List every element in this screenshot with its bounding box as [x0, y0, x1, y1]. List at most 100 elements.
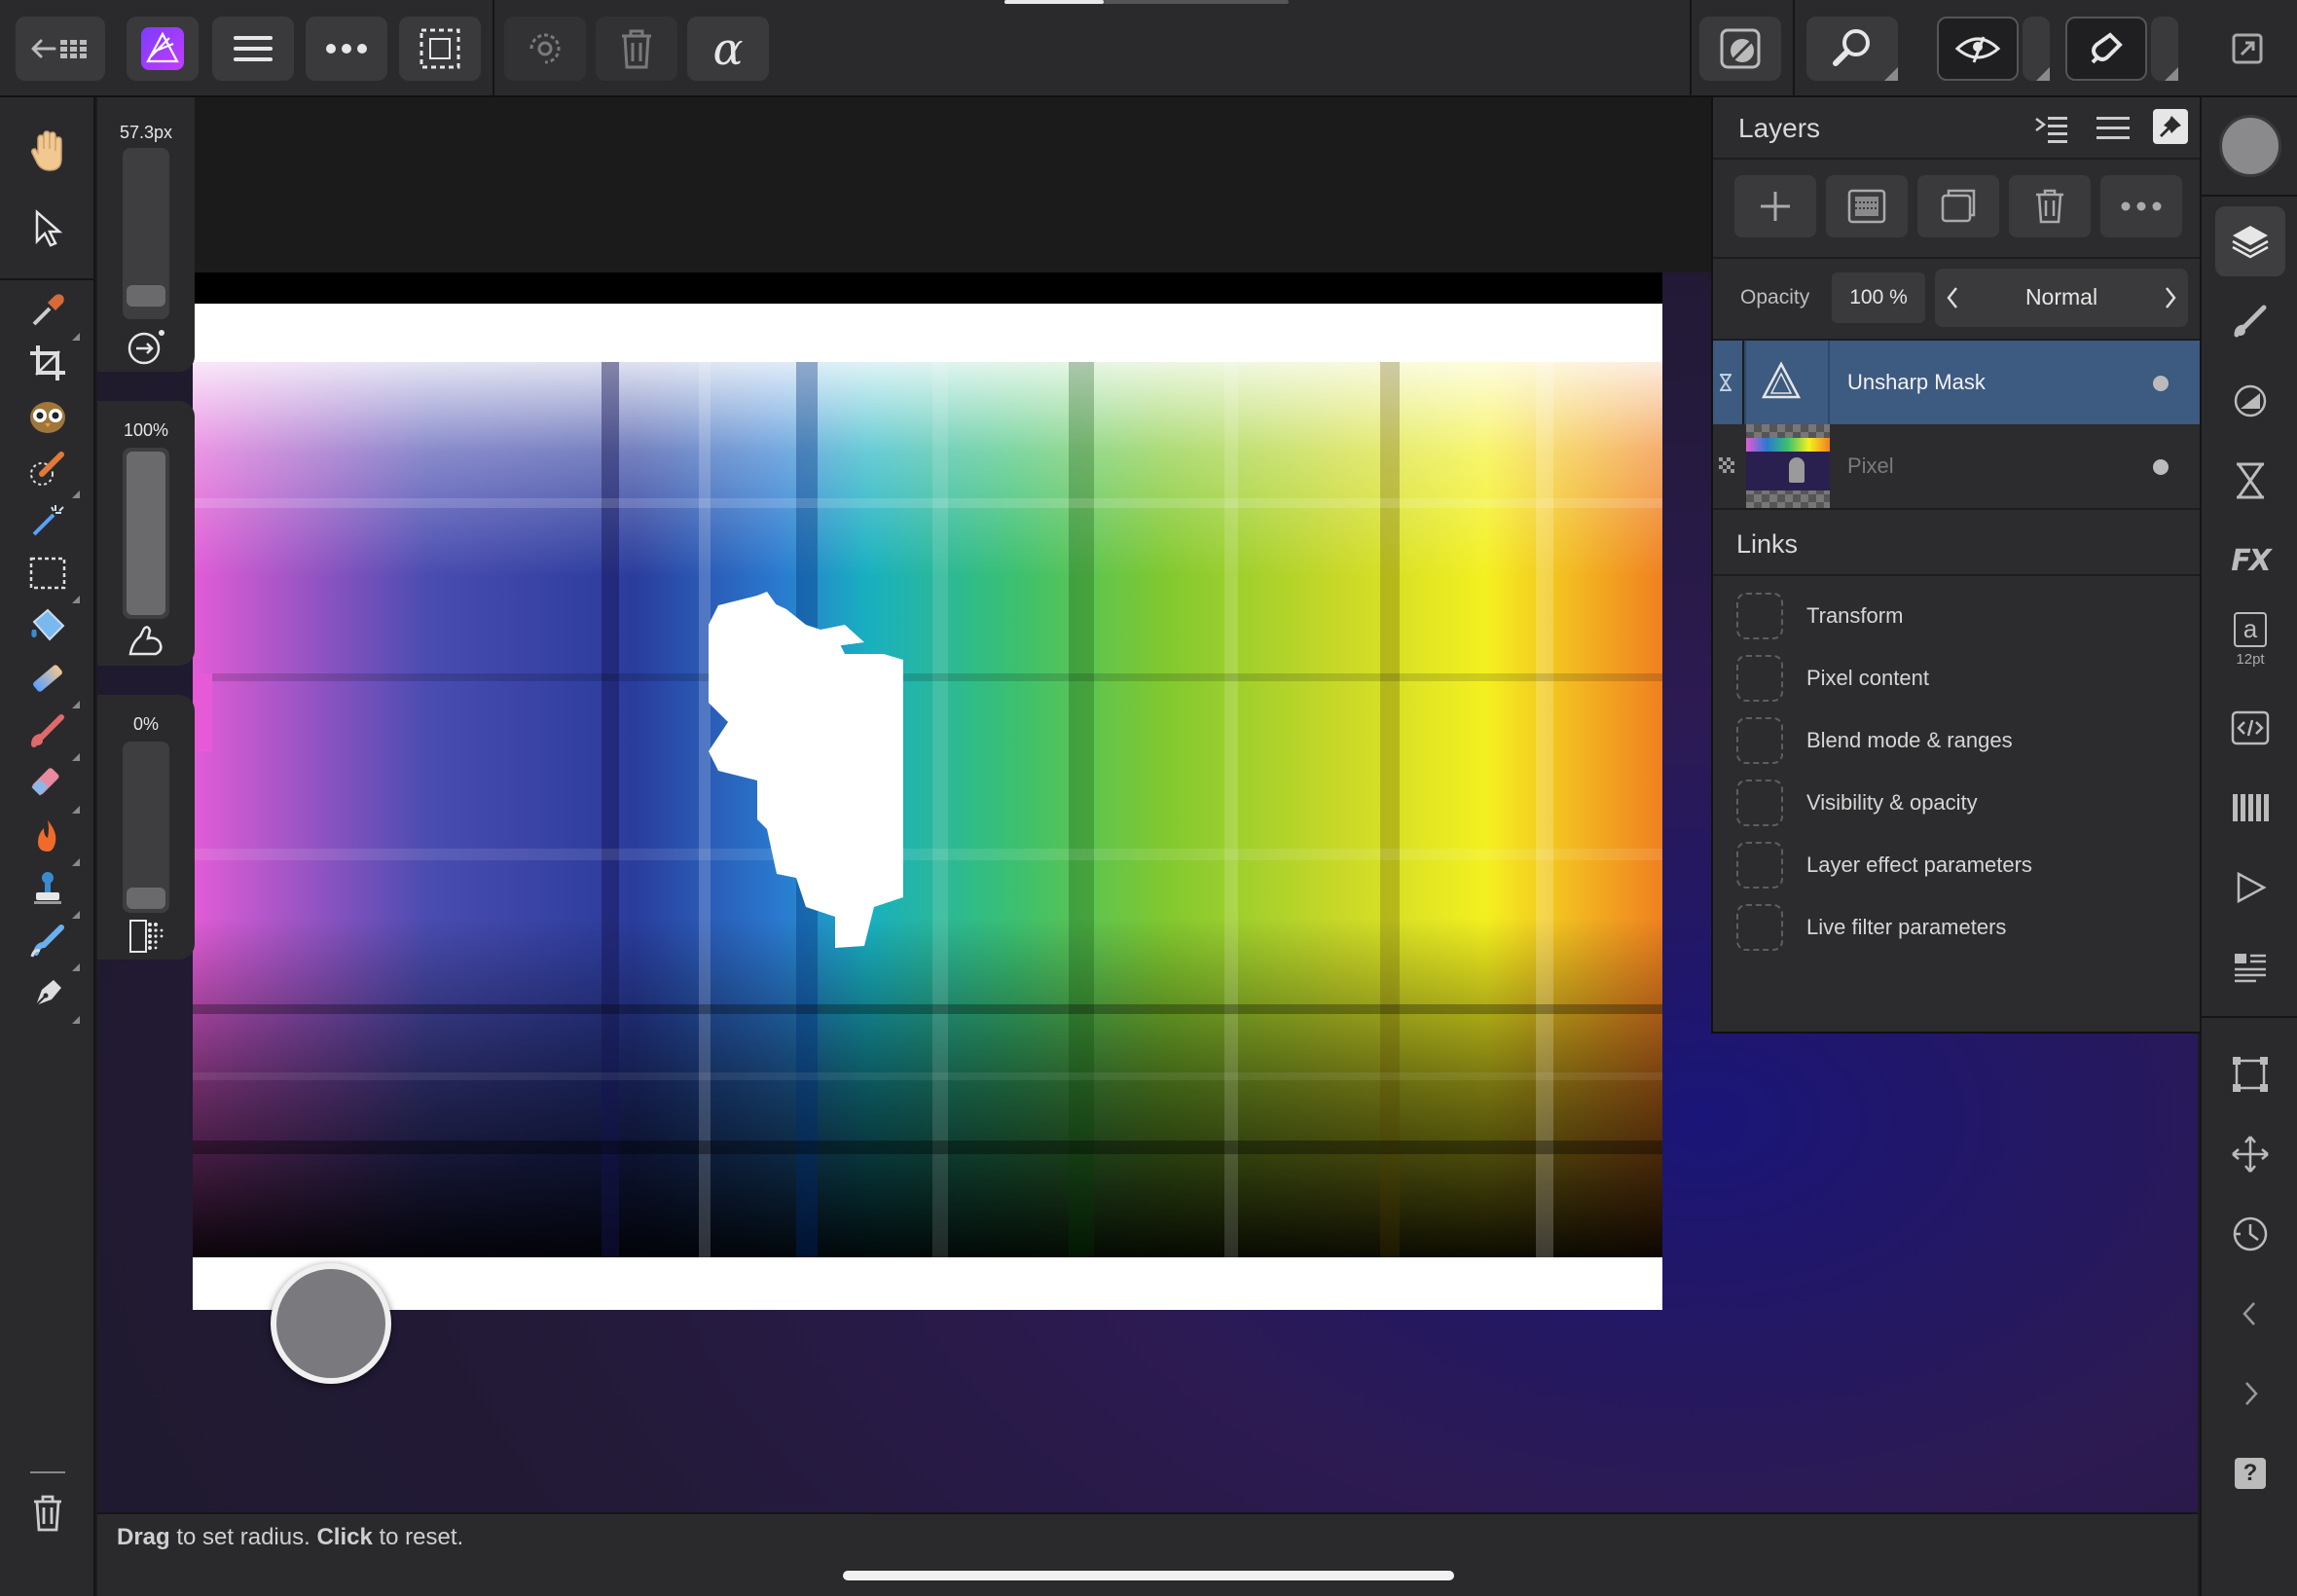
link-checkbox[interactable]: [1736, 780, 1783, 826]
live-filter-icon: [1761, 361, 1802, 399]
glitched-image: [193, 304, 1662, 1310]
link-visibility-opacity[interactable]: Visibility & opacity: [1736, 779, 1978, 827]
font-size-value: 12pt: [2236, 650, 2265, 668]
chevron-right-icon[interactable]: [2163, 286, 2178, 309]
panel-menu-button[interactable]: [2096, 115, 2130, 142]
crop-icon: [30, 345, 65, 381]
snapping-button[interactable]: [2065, 17, 2147, 81]
back-to-documents-button[interactable]: [16, 17, 105, 81]
live-filters-studio-button[interactable]: [2215, 446, 2285, 516]
delete-layer-button[interactable]: [2009, 175, 2091, 237]
layers-title: Layers: [1738, 113, 1821, 143]
mask-layer-icon: [1847, 189, 1886, 224]
home-indicator[interactable]: [843, 1571, 1454, 1580]
rectangle-marquee-icon: [29, 557, 66, 590]
link-live-filter-parameters[interactable]: Live filter parameters: [1736, 903, 2006, 952]
brush-opacity-fill[interactable]: [127, 452, 165, 615]
healing-brush-icon: [30, 925, 64, 958]
brush-hardness-mode-button[interactable]: [127, 917, 165, 956]
dither-icon: [129, 920, 164, 953]
document-canvas[interactable]: [193, 272, 1662, 1310]
link-label: Blend mode & ranges: [1806, 728, 2013, 752]
blend-mode-selector[interactable]: Normal: [1935, 269, 2188, 327]
collapse-panel-button[interactable]: [2034, 113, 2069, 144]
zoom-button[interactable]: [1806, 17, 1898, 81]
layer-name: Unsharp Mask: [1847, 370, 1986, 394]
layer-row[interactable]: Pixel: [1713, 424, 2200, 508]
snapping-dropdown[interactable]: [2151, 17, 2178, 81]
view-mode-dropdown[interactable]: [2023, 17, 2050, 81]
layer-row[interactable]: Unsharp Mask: [1713, 341, 2200, 424]
collapse-studio-button[interactable]: [2215, 1279, 2285, 1349]
color-swatch-button[interactable]: [2219, 115, 2281, 177]
brush-size-slider[interactable]: [123, 148, 169, 319]
move-tool[interactable]: [14, 195, 82, 263]
radius-arrow-icon: [128, 330, 164, 365]
link-pixel-content[interactable]: Pixel content: [1736, 654, 1929, 703]
brush-pressure-button[interactable]: [127, 621, 165, 660]
brush-opacity-slider[interactable]: [123, 448, 169, 619]
layer-opacity-field[interactable]: 100 %: [1832, 272, 1925, 323]
command-controller-button[interactable]: [271, 1263, 391, 1384]
hand-tool[interactable]: [14, 117, 82, 185]
eraser-icon: [31, 768, 59, 796]
duplicate-layer-button[interactable]: [1917, 175, 1999, 237]
status-click-keyword: Click: [316, 1524, 373, 1550]
delete-tool-button[interactable]: [14, 1479, 82, 1547]
more-button[interactable]: [306, 17, 387, 81]
swatches-studio-button[interactable]: [2215, 773, 2285, 843]
brushes-studio-button[interactable]: [2215, 286, 2285, 356]
expand-studio-button[interactable]: [2215, 1359, 2285, 1429]
status-drag-text: to set radius.: [169, 1524, 317, 1550]
adjustments-studio-button[interactable]: [2215, 366, 2285, 436]
persona-photo-button[interactable]: [127, 17, 199, 81]
link-checkbox[interactable]: [1736, 593, 1783, 639]
link-checkbox[interactable]: [1736, 904, 1783, 951]
character-studio-button[interactable]: a 12pt: [2215, 598, 2285, 681]
add-layer-button[interactable]: [1734, 175, 1816, 237]
fullscreen-button[interactable]: [2211, 17, 2283, 81]
link-checkbox[interactable]: [1736, 717, 1783, 764]
view-mode-button[interactable]: [1937, 17, 2019, 81]
layers-studio-button[interactable]: [2215, 206, 2285, 276]
transform-selection-button[interactable]: [504, 17, 586, 81]
layer-visibility-toggle[interactable]: [2153, 459, 2169, 475]
layer-options-button[interactable]: [2100, 175, 2182, 237]
add-mask-button[interactable]: [1826, 175, 1908, 237]
brush-hardness-slider[interactable]: [123, 742, 169, 913]
brush-hardness-thumb[interactable]: [127, 888, 165, 909]
link-checkbox[interactable]: [1736, 655, 1783, 702]
ellipsis-icon: [2121, 201, 2162, 211]
link-checkbox[interactable]: [1736, 842, 1783, 889]
menu-button[interactable]: [212, 17, 294, 81]
history-studio-button[interactable]: [2215, 1199, 2285, 1269]
trash-icon: [34, 1495, 61, 1532]
brush-size-slider-panel: 57.3px: [97, 97, 195, 372]
selection-button[interactable]: [399, 17, 481, 81]
navigator-studio-button[interactable]: [2215, 932, 2285, 1002]
pin-panel-button[interactable]: [2153, 109, 2188, 144]
chevron-left-icon[interactable]: [1945, 286, 1960, 309]
hand-icon: [31, 130, 62, 171]
brush-size-thumb[interactable]: [127, 285, 165, 308]
pen-tool[interactable]: [14, 960, 82, 1028]
link-transform[interactable]: Transform: [1736, 592, 1903, 640]
link-blend-mode[interactable]: Blend mode & ranges: [1736, 716, 2013, 765]
transform-studio-button[interactable]: [2215, 1039, 2285, 1109]
delete-selection-button[interactable]: [596, 17, 677, 81]
layer-visibility-toggle[interactable]: [2153, 376, 2169, 391]
pointer-icon: [35, 209, 62, 247]
code-studio-button[interactable]: [2215, 693, 2285, 763]
alpha-button[interactable]: α: [687, 17, 769, 81]
link-label: Pixel content: [1806, 666, 1929, 690]
magic-wand-icon: [32, 505, 64, 536]
brush-size-mode-button[interactable]: [127, 329, 165, 368]
link-layer-effect-parameters[interactable]: Layer effect parameters: [1736, 841, 2032, 889]
fx-studio-button[interactable]: FX: [2215, 526, 2285, 596]
brush-hardness-value: 0%: [132, 714, 159, 734]
macro-studio-button[interactable]: [2215, 852, 2285, 923]
rotate-selection-icon: [529, 33, 561, 64]
quick-mask-button[interactable]: [1699, 17, 1781, 81]
help-button[interactable]: ?: [2215, 1438, 2285, 1508]
move-studio-button[interactable]: [2215, 1119, 2285, 1189]
